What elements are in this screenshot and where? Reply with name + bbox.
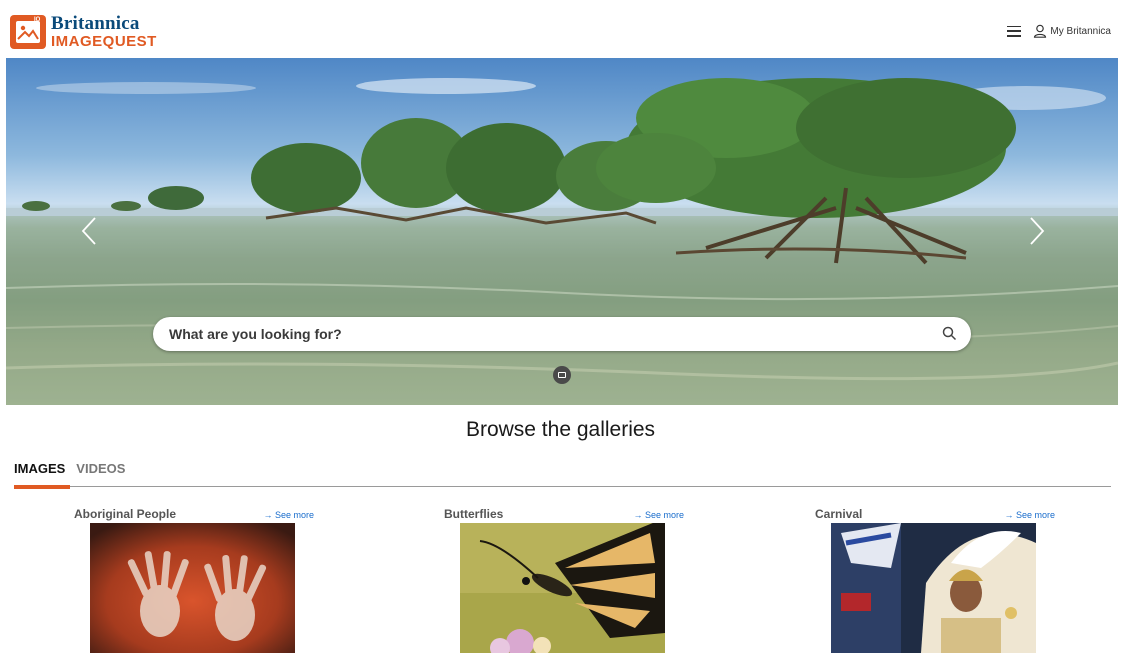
user-icon [1034,24,1047,38]
logo-britannica: Britannica [51,13,140,34]
chevron-left-icon[interactable] [80,216,100,246]
tab-videos[interactable]: VIDEOS [76,461,125,476]
gallery-thumbnail[interactable] [90,523,295,653]
gallery-title: Aboriginal People [74,507,177,521]
logo-badge-icon: IQ [10,14,46,49]
see-more-link[interactable]: → See more [633,510,684,520]
image-caption-icon[interactable] [553,366,571,384]
tab-divider [14,486,1111,487]
site-header: IQ Britannica IMAGEQUEST My Britannica [0,0,1121,58]
gallery-card-aboriginal-people: Aboriginal People → See more [74,507,314,653]
gallery-tabs: IMAGES VIDEOS [14,461,125,476]
search-bar [153,317,971,351]
gallery-card-carnival: Carnival → See more [815,507,1055,653]
my-britannica-button[interactable]: My Britannica [1033,24,1111,38]
logo-imagequest: IMAGEQUEST [51,33,157,50]
britannica-imagequest-logo[interactable]: IQ Britannica IMAGEQUEST [10,14,157,49]
search-icon[interactable] [942,326,957,341]
gallery-thumbnail[interactable] [831,523,1036,653]
gallery-thumbnail[interactable] [460,523,665,653]
gallery-title: Carnival [815,507,863,521]
gallery-card-butterflies: Butterflies → See more [444,507,684,653]
see-more-link[interactable]: → See more [1004,510,1055,520]
hero-banner [6,58,1118,405]
chevron-right-icon[interactable] [1026,216,1046,246]
browse-title: Browse the galleries [465,418,656,441]
my-britannica-label: My Britannica [1050,25,1111,37]
gallery-title: Butterflies [444,507,504,521]
mangrove-photo [6,78,1118,405]
active-tab-indicator [14,485,70,489]
tab-images[interactable]: IMAGES [14,461,65,476]
menu-icon[interactable] [1007,25,1022,37]
search-input[interactable] [169,326,929,342]
see-more-link[interactable]: → See more [263,510,314,520]
